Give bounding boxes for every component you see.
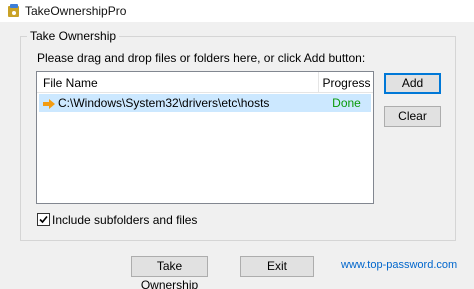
list-header: File Name Progress [37,72,373,93]
file-path: C:\Windows\System32\drivers\etc\hosts [58,96,270,110]
title-bar[interactable]: TakeOwnershipPro [0,0,474,22]
add-button[interactable]: Add [384,73,441,94]
checkmark-icon [39,215,48,224]
take-ownership-button[interactable]: Take Ownership [131,256,208,289]
include-subfolders-checkbox[interactable] [37,213,50,226]
app-icon [6,3,22,19]
exit-button[interactable]: Exit [240,256,314,277]
clear-button[interactable]: Clear [384,106,441,127]
column-header-file-name[interactable]: File Name [43,76,98,90]
group-label: Take Ownership [27,29,120,43]
column-header-progress[interactable]: Progress [320,76,373,90]
include-subfolders-label[interactable]: Include subfolders and files [52,213,197,227]
instructions-text: Please drag and drop files or folders he… [37,51,366,65]
list-item[interactable]: C:\Windows\System32\drivers\etc\hosts Do… [39,94,371,112]
arrow-right-icon [43,98,55,109]
column-divider[interactable] [318,72,319,92]
file-list[interactable]: File Name Progress C:\Windows\System32\d… [36,71,374,204]
window-title: TakeOwnershipPro [25,4,127,18]
progress-status: Done [332,96,361,110]
website-link[interactable]: www.top-password.com [341,259,457,271]
